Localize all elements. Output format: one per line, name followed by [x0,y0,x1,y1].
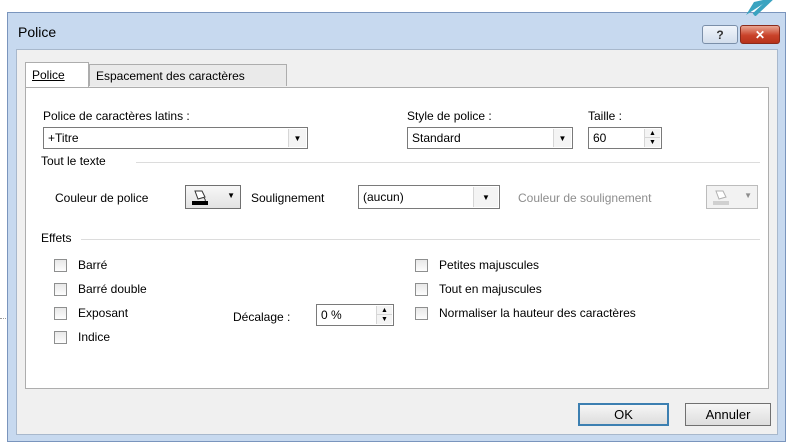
all-text-header: Tout le texte [41,154,106,168]
chevron-down-icon: ▼ [744,191,752,200]
subscript-label: Indice [78,330,111,344]
font-style-select[interactable]: Standard ▼ [407,127,573,149]
cancel-button[interactable]: Annuler [685,403,771,426]
superscript-label: Exposant [78,306,129,320]
latin-font-select[interactable]: +Titre ▼ [43,127,308,149]
font-dialog: Police ? ✕ Espacement des caractères Pol… [7,12,786,442]
ok-button[interactable]: OK [578,403,669,426]
font-style-label: Style de police : [407,109,492,123]
equalize-height-checkbox[interactable] [415,307,428,320]
help-button[interactable]: ? [702,25,738,44]
tab-font[interactable]: Police [25,62,89,87]
font-style-value: Standard [412,131,461,145]
font-color-button[interactable]: ▼ [185,185,241,209]
equalize-height-label: Normaliser la hauteur des caractères [439,306,636,320]
chevron-down-icon[interactable]: ▼ [288,129,306,147]
underline-value: (aucun) [363,190,404,204]
superscript-checkbox[interactable] [54,307,67,320]
pointer-arrow-icon [746,0,773,16]
font-size-value: 60 [593,131,607,145]
offset-spinner[interactable]: 0 % ▲ ▼ [316,304,394,326]
close-button[interactable]: ✕ [740,25,780,44]
underline-label: Soulignement [251,191,325,205]
tab-label: Police [32,68,65,82]
offset-value: 0 % [321,308,342,322]
tab-character-spacing[interactable]: Espacement des caractères [89,64,287,86]
paint-bucket-icon [192,190,208,205]
divider [81,239,760,240]
close-icon: ✕ [754,27,766,42]
title-bar[interactable]: Police ? ✕ [8,13,785,49]
strikethrough-checkbox[interactable] [54,259,67,272]
subscript-checkbox[interactable] [54,331,67,344]
offset-label: Décalage : [233,310,291,324]
underline-select[interactable]: (aucun) ▼ [358,185,500,209]
font-tab-panel: Police de caractères latins : Style de p… [25,87,769,389]
latin-font-value: +Titre [48,131,79,145]
chevron-down-icon[interactable]: ▼ [553,129,571,147]
ok-label: OK [614,407,633,422]
underline-color-label: Couleur de soulignement [518,191,652,205]
double-strikethrough-checkbox[interactable] [54,283,67,296]
underline-color-button[interactable]: ▼ [706,185,758,209]
small-caps-checkbox[interactable] [415,259,428,272]
chevron-down-icon: ▼ [227,191,235,200]
spin-up-icon[interactable]: ▲ [377,306,392,315]
cancel-label: Annuler [705,407,751,422]
spin-down-icon[interactable]: ▼ [377,315,392,324]
divider [136,162,760,163]
all-caps-checkbox[interactable] [415,283,428,296]
chevron-down-icon[interactable]: ▼ [473,187,498,207]
effects-header: Effets [41,231,72,245]
offset-spin-buttons[interactable]: ▲ ▼ [376,306,392,324]
font-size-spinner[interactable]: 60 ▲ ▼ [588,127,662,149]
dialog-title: Police [18,24,57,40]
size-spin-buttons[interactable]: ▲ ▼ [644,129,660,147]
double-strikethrough-label: Barré double [78,282,147,296]
tab-label: Espacement des caractères [96,68,245,83]
all-caps-label: Tout en majuscules [439,282,542,296]
font-size-label: Taille : [588,109,623,123]
small-caps-label: Petites majuscules [439,258,540,272]
paint-bucket-icon [713,190,729,205]
spin-up-icon[interactable]: ▲ [645,129,660,138]
latin-font-label: Police de caractères latins : [43,109,190,123]
dialog-body: Espacement des caractères Police Police … [16,49,778,435]
help-icon: ? [716,27,724,42]
spin-down-icon[interactable]: ▼ [645,138,660,147]
strikethrough-label: Barré [78,258,108,272]
font-color-label: Couleur de police [55,191,149,205]
